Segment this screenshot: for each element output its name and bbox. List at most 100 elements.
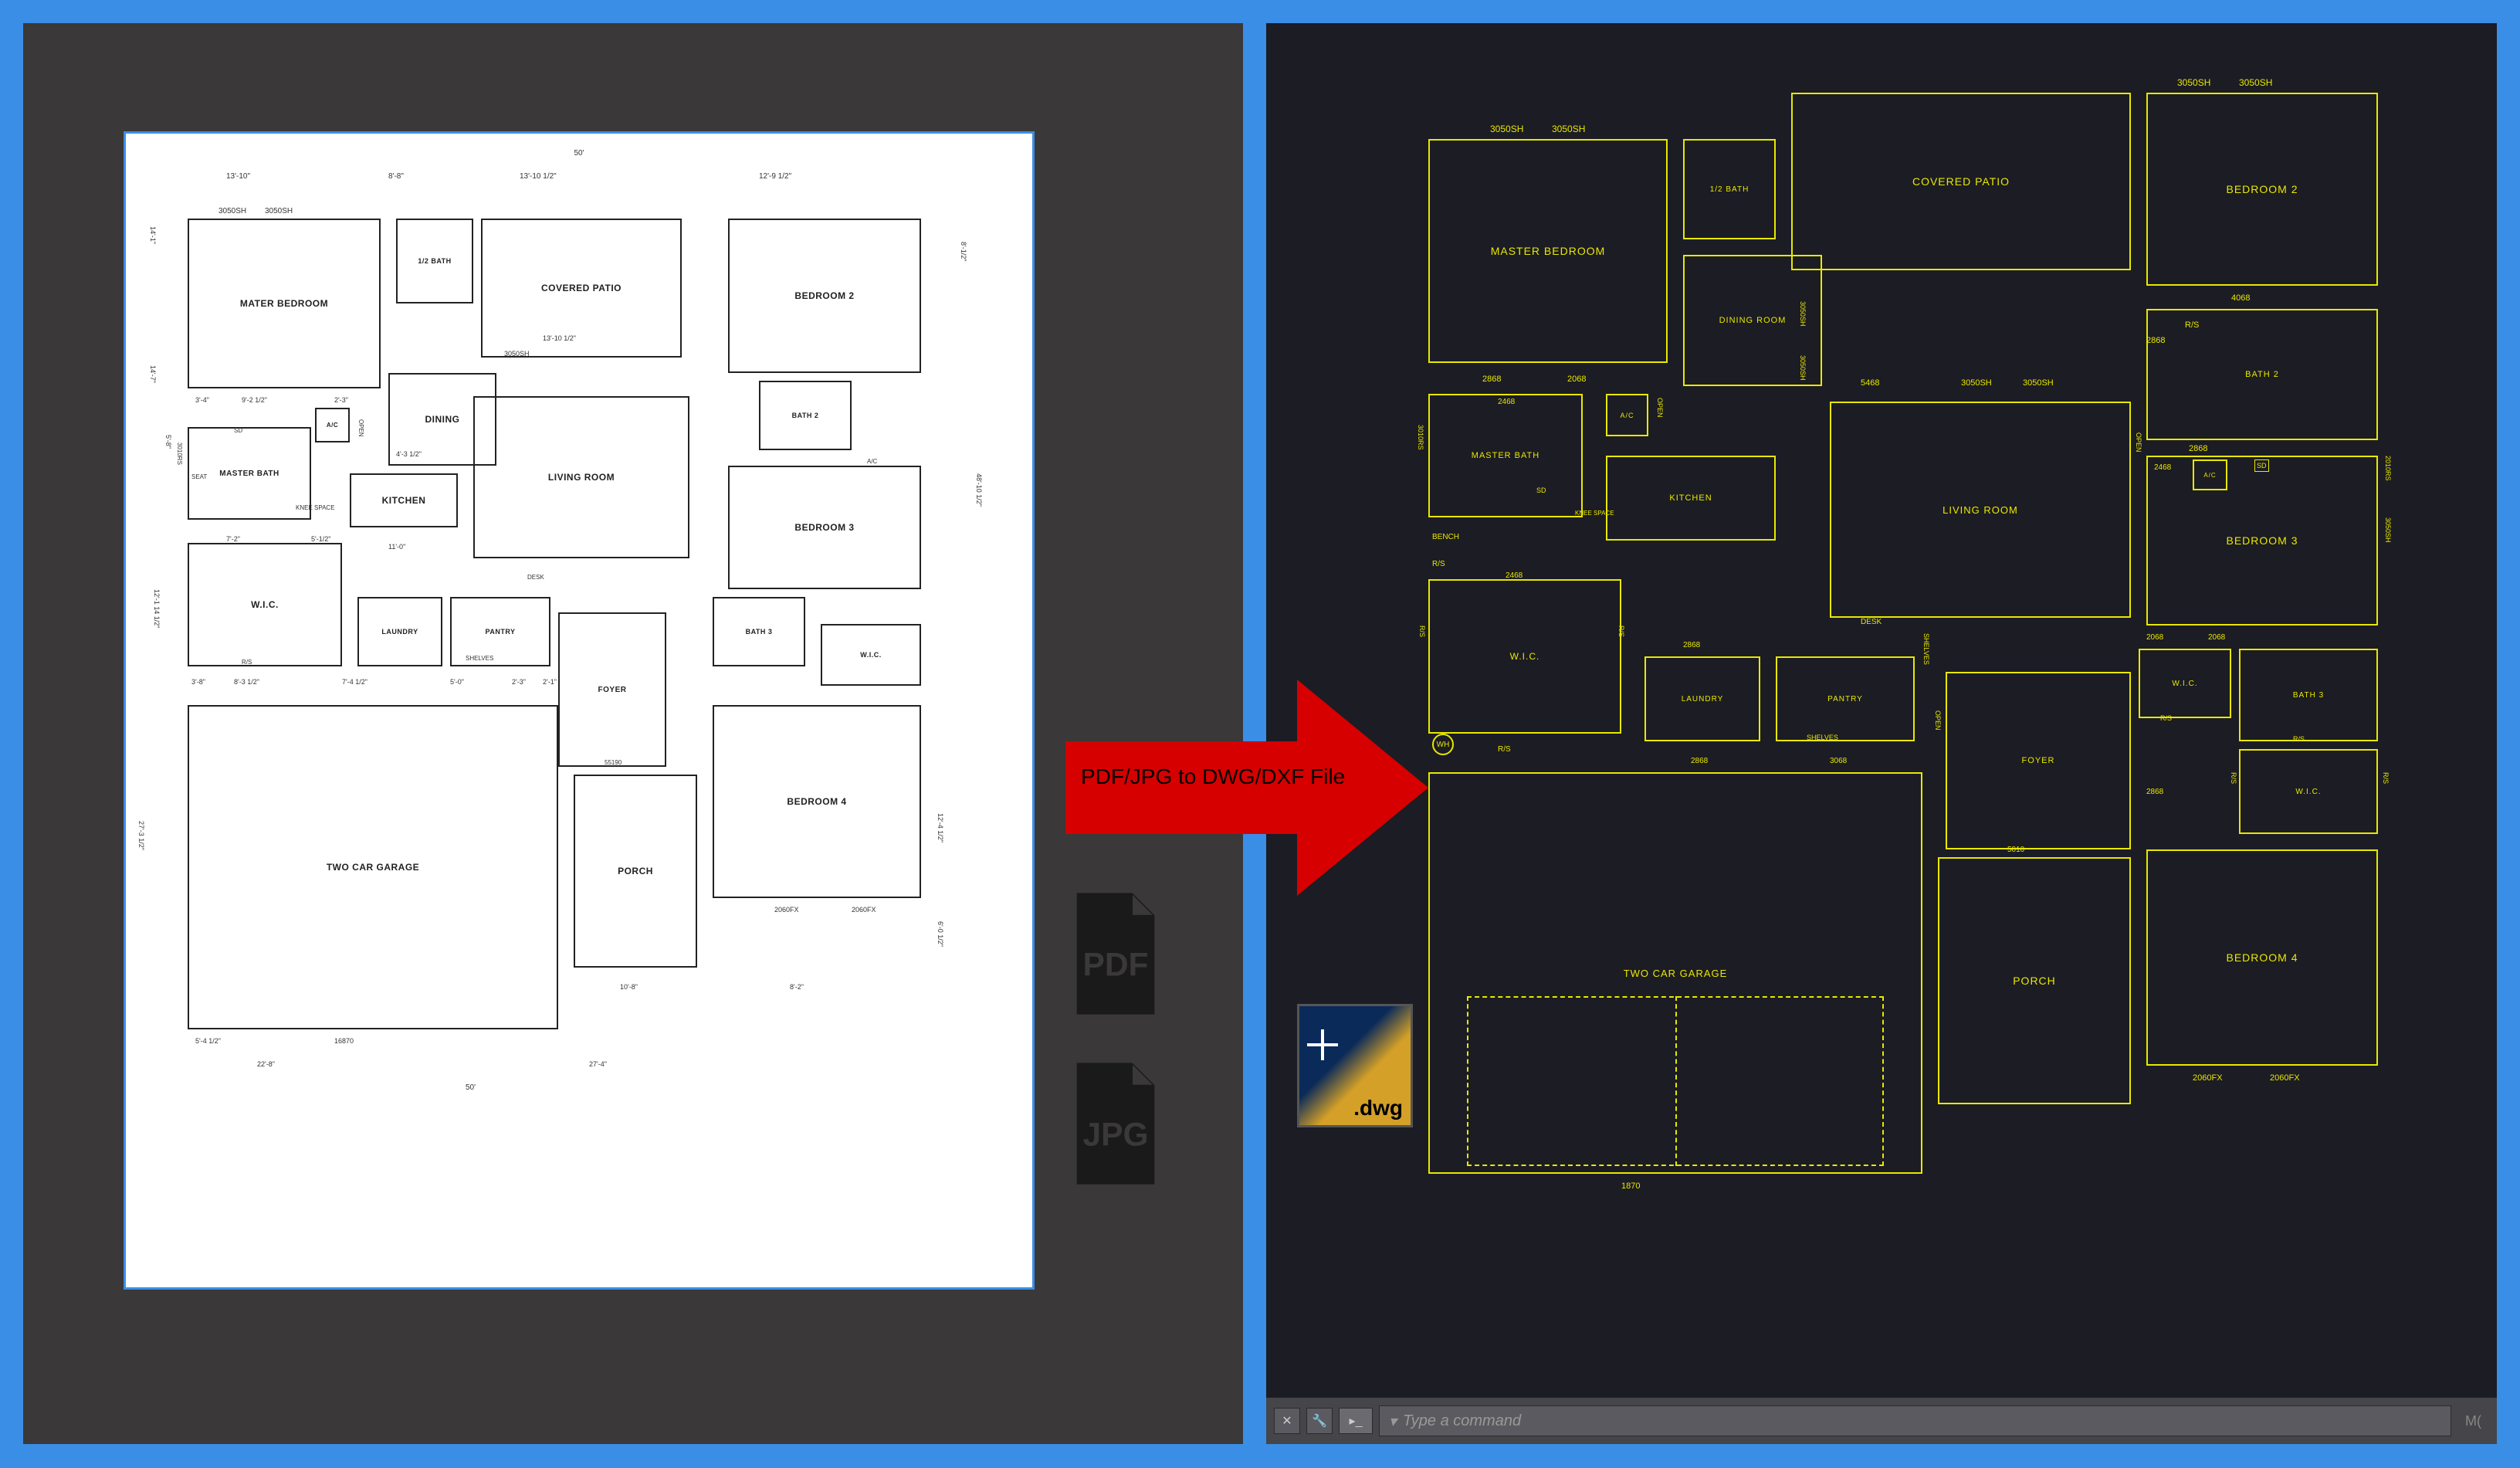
command-input[interactable]: ▾ Type a command <box>1379 1405 2451 1436</box>
dim: 13'-10 1/2" <box>543 334 576 342</box>
dim: 3068 <box>1830 757 1847 765</box>
room-wic2: W.I.C. <box>821 624 921 686</box>
dim: 2060FX <box>852 906 876 914</box>
dim: 22'-8" <box>257 1060 275 1068</box>
dim: 8'-8" <box>388 172 404 181</box>
dim: 2060FX <box>2193 1073 2223 1083</box>
dim: 5'-8" <box>164 435 172 449</box>
dim: 2868 <box>1683 641 1700 649</box>
dim: 9'-2 1/2" <box>242 396 267 404</box>
label-sd: SD <box>234 427 242 434</box>
room-wic: W.I.C. <box>188 543 342 666</box>
dim: 14'-7" <box>149 365 157 383</box>
room-foyer: FOYER <box>558 612 666 767</box>
dim: 2010RS <box>2384 456 2392 481</box>
dim: 3050SH <box>2023 378 2054 388</box>
room-master-bath: MASTER BATH <box>1428 394 1583 517</box>
label-rs3: R/S <box>1418 626 1426 637</box>
dim: 16870 <box>334 1037 354 1045</box>
dim: 3050SH <box>265 207 293 215</box>
target-panel: 3050SH 3050SH 3050SH 3050SH MASTER BEDRO… <box>1266 23 2497 1444</box>
label-seat: SEAT <box>191 473 207 480</box>
dim: 2068 <box>2208 633 2225 642</box>
label-shelves: SHELVES <box>1807 734 1838 741</box>
room-kitchen: KITCHEN <box>350 473 458 527</box>
room-half-bath: 1/2 BATH <box>1683 139 1776 239</box>
room-half-bath: 1/2 BATH <box>396 219 473 303</box>
dim: 3050SH <box>2177 77 2210 88</box>
dim: 2068 <box>1567 375 1586 384</box>
room-ac: A/C <box>315 408 350 442</box>
dim: 2868 <box>2189 444 2207 453</box>
label-desk: DESK <box>527 574 544 581</box>
room-ac2: A/C <box>867 458 877 465</box>
label-shelves: SHELVES <box>466 655 493 662</box>
dim: 11'-0" <box>388 543 405 551</box>
room-bath2: BATH 2 <box>2146 309 2378 440</box>
dim: 3050SH <box>218 207 246 215</box>
command-prompt-icon[interactable]: ▸_ <box>1339 1408 1373 1434</box>
room-porch: PORCH <box>1938 857 2131 1104</box>
close-command-icon[interactable]: ✕ <box>1274 1408 1300 1434</box>
room-wic2: W.I.C. <box>2139 649 2231 718</box>
svg-text:JPG: JPG <box>1082 1117 1148 1153</box>
dim: 3050SH <box>1799 355 1807 381</box>
room-ac: A/C <box>1606 394 1648 436</box>
dim: 10'-8" <box>620 983 638 991</box>
dim: 8'-2" <box>790 983 804 991</box>
dim: 27'-4" <box>589 1060 607 1068</box>
label-sd: SD <box>1536 487 1546 494</box>
room-bedroom2: BEDROOM 2 <box>728 219 921 373</box>
dim: 2'-3" <box>512 678 526 686</box>
label-rs2: R/S <box>1432 560 1445 568</box>
dim: 12'-9 1/2" <box>759 172 791 181</box>
arrow-label: PDF/JPG to DWG/DXF File <box>1081 765 1345 789</box>
pdf-floorplan: 50' 13'-10" 8'-8" 13'-10 1/2" 12'-9 1/2"… <box>157 164 1001 1256</box>
cad-viewport[interactable]: 3050SH 3050SH 3050SH 3050SH MASTER BEDRO… <box>1266 23 2497 1382</box>
dim: 2068 <box>2146 633 2163 642</box>
dim: 2060FX <box>774 906 799 914</box>
dim: 12'-4 1/2" <box>937 813 944 842</box>
command-bar: ✕ 🔧 ▸_ ▾ Type a command M( <box>1266 1398 2497 1444</box>
dim: 7'-4 1/2" <box>342 678 368 686</box>
dim: 3050SH <box>1552 124 1585 134</box>
room-bedroom4: BEDROOM 4 <box>713 705 921 898</box>
label-rs6: R/S <box>2293 735 2305 743</box>
label-open2: OPEN <box>2135 432 2142 453</box>
dim: 55190 <box>605 759 622 766</box>
label-rs: R/S <box>242 659 252 666</box>
dim: 5'-1/2" <box>311 535 330 543</box>
label-knee: KNEE SPACE <box>296 504 335 511</box>
room-bath3: BATH 3 <box>713 597 805 666</box>
dim: 48'-10 1/2" <box>975 473 983 507</box>
model-tab-indicator: M( <box>2457 1413 2489 1429</box>
dim: 5'-0" <box>450 678 464 686</box>
room-bedroom3: BEDROOM 3 <box>728 466 921 589</box>
dim: 3010RS <box>1417 425 1424 450</box>
label-open3: OPEN <box>1934 710 1942 731</box>
dim: 2'-3" <box>334 396 348 404</box>
bench: BENCH <box>1432 533 1459 541</box>
dim: 3050SH <box>1961 378 1992 388</box>
room-wic3: W.I.C. <box>2239 749 2378 834</box>
dim: 4'-3 1/2" <box>396 450 422 458</box>
label-rs5: R/S <box>2160 714 2172 722</box>
dim: 13'-10 1/2" <box>520 172 557 181</box>
label-rs7: R/S <box>2230 772 2237 784</box>
dim: 3'-4" <box>195 396 209 404</box>
dim: 2868 <box>1691 757 1708 765</box>
dim: 12'-1 14 1/2" <box>153 589 161 628</box>
dim: 8'-3 1/2" <box>234 678 259 686</box>
room-laundry: LAUNDRY <box>1644 656 1760 741</box>
settings-wrench-icon[interactable]: 🔧 <box>1306 1408 1333 1434</box>
room-wic: W.I.C. <box>1428 579 1621 734</box>
dim: 3010RS <box>176 442 183 465</box>
dim: 5010 <box>2007 846 2024 854</box>
dim: 3050SH <box>1799 301 1807 327</box>
dim: 3050SH <box>2384 517 2392 543</box>
dim: 5468 <box>1861 378 1879 388</box>
room-bedroom2: BEDROOM 2 <box>2146 93 2378 286</box>
room-covered-patio: COVERED PATIO <box>1791 93 2131 270</box>
label-rs4: R/S <box>1617 626 1625 637</box>
dim: 1870 <box>1621 1182 1640 1191</box>
